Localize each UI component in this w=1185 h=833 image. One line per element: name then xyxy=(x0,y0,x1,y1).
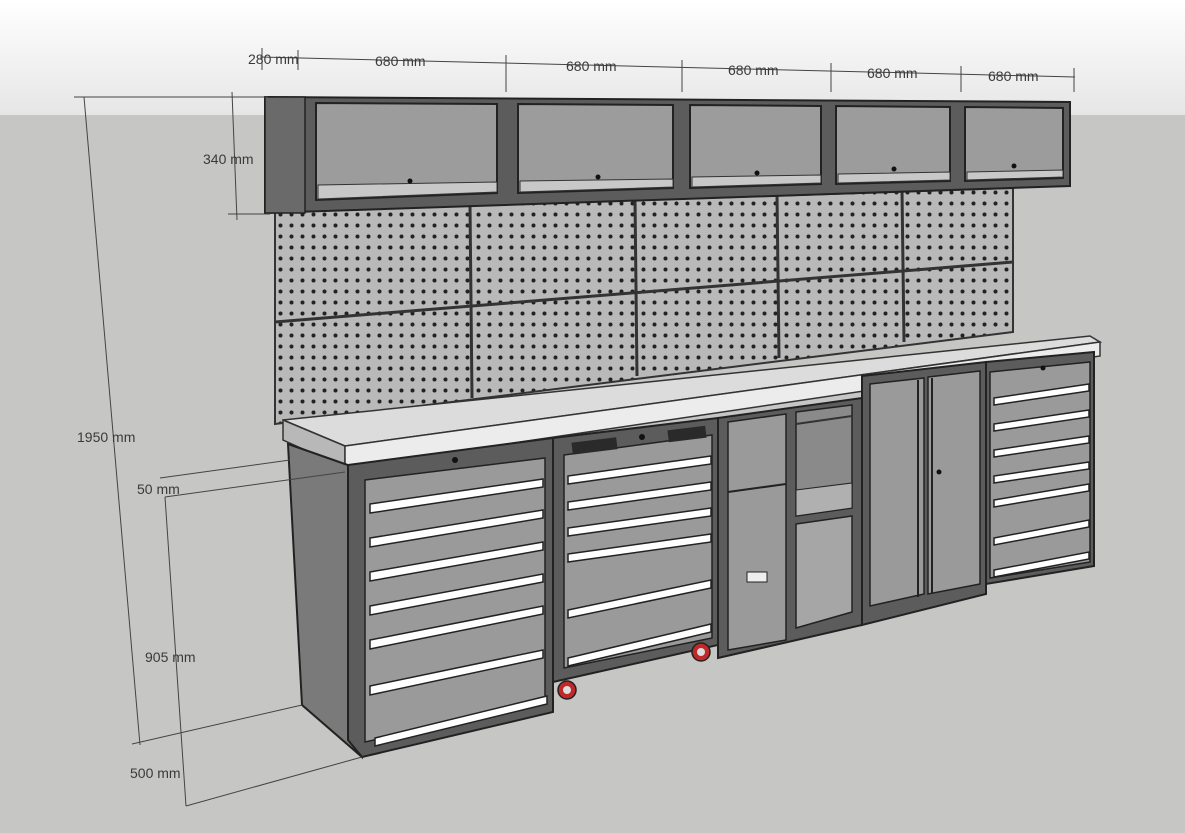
wall-cabinet-door-2 xyxy=(517,102,674,195)
wall-cabinet-door-1 xyxy=(315,101,498,202)
dim-width-1: 280 mm xyxy=(248,51,299,67)
dim-total-height: 1950 mm xyxy=(77,429,135,445)
dim-depth: 500 mm xyxy=(130,765,181,781)
wall-cabinet-door-5 xyxy=(964,105,1064,183)
dim-width-3: 680 mm xyxy=(566,58,617,74)
dim-width-6: 680 mm xyxy=(988,68,1039,84)
drawer-cabinet-left xyxy=(286,436,554,760)
dim-width-4: 680 mm xyxy=(728,62,779,78)
wall-cabinet-door-3 xyxy=(689,103,822,190)
mobile-drawer-unit xyxy=(552,416,719,700)
dim-bench-height: 905 mm xyxy=(145,649,196,665)
wall-cabinet-door-4 xyxy=(835,104,951,186)
drawer-cabinet-right xyxy=(985,350,1095,586)
dim-width-5: 680 mm xyxy=(867,65,918,81)
dim-worktop-thickness: 50 mm xyxy=(137,481,180,497)
workbench-diagram: 280 mm 680 mm 680 mm 680 mm 680 mm 680 m… xyxy=(0,0,1185,833)
dim-cabinet-height: 340 mm xyxy=(203,151,254,167)
door-cabinet-double xyxy=(861,360,987,627)
dim-width-2: 680 mm xyxy=(375,53,426,69)
door-cabinet-middle xyxy=(717,396,863,660)
